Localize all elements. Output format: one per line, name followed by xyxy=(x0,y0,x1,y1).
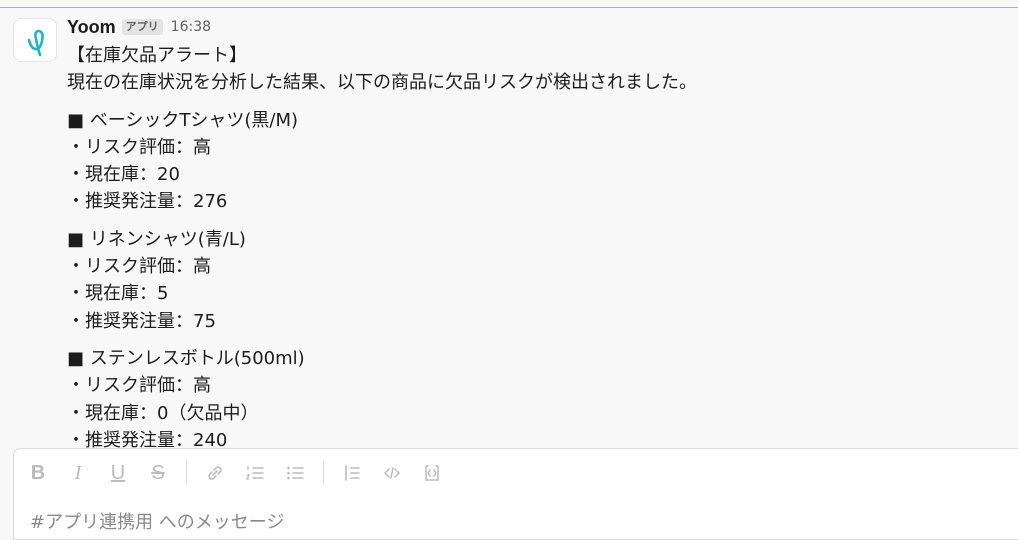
product-stock: ・現在庫：5 xyxy=(67,283,169,305)
product-order: ・推奨発注量：75 xyxy=(67,310,216,332)
bulleted-list-icon[interactable] xyxy=(283,461,307,485)
product-order: ・推奨発注量：276 xyxy=(67,191,228,213)
product-block: ■ ベーシックTシャツ(黒/M) ・リスク評価：高 ・現在庫：20 ・推奨発注量… xyxy=(67,107,1007,216)
toolbar-divider xyxy=(323,461,324,485)
underline-icon[interactable]: U xyxy=(106,461,130,485)
message: Yoom アプリ 16:38 【在庫欠品アラート】 現在の在庫状況を分析した結果… xyxy=(0,8,1018,448)
bold-icon[interactable]: B xyxy=(26,461,50,485)
app-badge: アプリ xyxy=(121,19,163,35)
product-order: ・推奨発注量：240 xyxy=(67,429,228,448)
alert-intro: 現在の在庫状況を分析した結果、以下の商品に欠品リスクが検出されました。 xyxy=(67,72,697,94)
product-risk: ・リスク評価：高 xyxy=(67,256,211,278)
message-header: Yoom アプリ 16:38 xyxy=(67,16,211,38)
sender-name[interactable]: Yoom xyxy=(67,17,116,38)
product-stock: ・現在庫：20 xyxy=(67,164,180,186)
code-block-icon[interactable] xyxy=(420,461,444,485)
message-input[interactable]: #アプリ連携用 へのメッセージ xyxy=(30,508,284,534)
alert-title: 【在庫欠品アラート】 xyxy=(67,45,247,66)
product-name: ■ ステンレスボトル(500ml) xyxy=(67,347,305,369)
ordered-list-icon[interactable] xyxy=(243,461,267,485)
product-name: ■ ベーシックTシャツ(黒/M) xyxy=(67,109,299,131)
avatar[interactable] xyxy=(13,18,57,62)
blockquote-icon[interactable] xyxy=(340,461,364,485)
message-body: 【在庫欠品アラート】 現在の在庫状況を分析した結果、以下の商品に欠品リスクが検出… xyxy=(67,42,1007,448)
link-icon[interactable] xyxy=(203,461,227,485)
product-risk: ・リスク評価：高 xyxy=(67,136,211,158)
yoom-logo-icon xyxy=(27,29,44,57)
product-stock: ・現在庫：0（欠品中） xyxy=(67,402,259,424)
formatting-toolbar: B I U S xyxy=(26,461,460,485)
message-composer[interactable]: B I U S #アプリ連携用 へのメッセージ xyxy=(13,448,1018,540)
italic-icon[interactable]: I xyxy=(66,461,90,485)
toolbar-divider xyxy=(186,461,187,485)
code-icon[interactable] xyxy=(380,461,404,485)
timestamp[interactable]: 16:38 xyxy=(171,19,211,35)
product-block: ■ リネンシャツ(青/L) ・リスク評価：高 ・現在庫：5 ・推奨発注量：75 xyxy=(67,226,1007,335)
product-risk: ・リスク評価：高 xyxy=(67,375,211,397)
strikethrough-icon[interactable]: S xyxy=(146,461,170,485)
product-block: ■ ステンレスボトル(500ml) ・リスク評価：高 ・現在庫：0（欠品中） ・… xyxy=(67,345,1007,448)
product-name: ■ リネンシャツ(青/L) xyxy=(67,228,246,250)
